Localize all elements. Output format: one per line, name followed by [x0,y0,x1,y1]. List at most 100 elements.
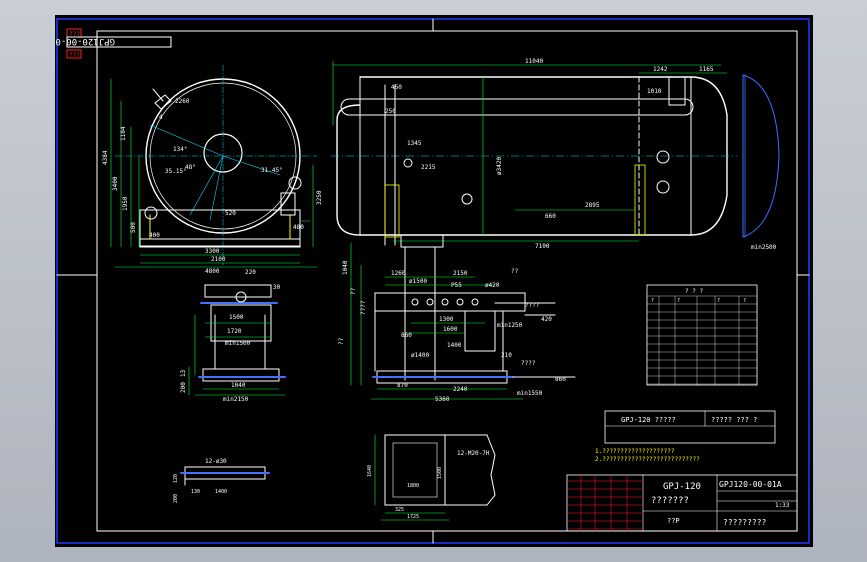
label-pipe-4: ???? [525,302,540,309]
detail-b-dim-2: 1800 [407,483,419,489]
dim-pipe-14: 2240 [453,386,468,393]
dim-front-10: 3250 [316,190,323,205]
table-col-1: ? [677,298,680,304]
front-view: 2260 4 1104 3400 4384 1950 500 520 3300 … [102,64,323,291]
tb-model: GPJ-120 [663,482,701,492]
dim-main-9: 660 [545,213,556,220]
dim-pipe-9: 860 [401,332,412,339]
cad-viewport[interactable]: ??? ??? GPJ120-00-01A [44,15,813,547]
label-pipe-3: ?? [338,337,345,345]
angle-front-0: 134° [173,146,187,153]
label-pipe-2: ???? [360,300,367,315]
dim-front-11: 480 [293,224,304,231]
dim-main-5: 1345 [407,140,422,147]
dim-main-8: 2895 [585,202,600,209]
tb-company: ????????? [723,518,767,527]
detail-a-dim-2: 200 [173,494,179,503]
spec-model: GPJ-120 ????? [621,416,676,424]
dim-pipe-18: 860 [555,376,566,383]
dim-main-10: 7100 [535,243,550,250]
note-1: 1.???????????????????? [595,448,675,455]
dim-pipe-13: 870 [397,382,408,389]
dim-pipe-2: 1260 [391,270,406,277]
dim-front-3: 3400 [112,176,119,191]
dim-main-3: 450 [391,84,402,91]
dim-front-2: 1104 [120,126,127,141]
dim-front-7: 520 [225,210,236,217]
dim-support-6: 13 [180,369,187,377]
dim-pipe-11: 1400 [447,342,462,349]
dim-front-0: 2260 [175,98,190,105]
dim-main-0: 11040 [525,58,543,65]
dim-pipe-3: ø1500 [409,278,427,285]
drawing-sheet: ??? ??? GPJ120-00-01A [44,18,810,544]
spec-box: GPJ-120 ????? ????? ??? ? 1.????????????… [595,410,776,463]
dim-front-6: 500 [130,222,137,233]
detail-b: 12-M20-7H 1640 1500 1800 325 1725 [367,434,496,521]
tb-scale: 1:33 [775,502,790,509]
dim-support-2: min1500 [225,340,251,347]
dim-support-1: 1720 [227,328,242,335]
tb-sub-label: ??P [667,517,680,525]
dim-pipe-4: P55 [451,282,462,289]
detail-b-label: 12-M20-7H [457,450,490,457]
detail-b-dim-0: 1640 [367,465,373,477]
dim-support-5: 200 [180,382,187,393]
dim-pipe-1: 2150 [453,270,468,277]
title-block: GPJ-120 ??????? GPJ120-00-01A 1:33 ??P ?… [566,474,798,532]
detail-a-dim-0: 120 [173,474,179,483]
spec-code: ????? ??? ? [711,416,757,424]
note-2: 2.??????????????????????????? [595,456,700,463]
detail-b-dim-4: 1725 [407,514,419,520]
dim-front-4: 4384 [102,150,109,165]
label-pipe-1: ?? [350,287,357,295]
dim-pipe-0: 1040 [342,260,349,275]
main-vessel-view: 11040 1242 1165 450 250 1345 2215 1010 2… [330,58,780,251]
dim-pipe-17: 420 [541,316,552,323]
dim-front-8: 3300 [205,248,220,255]
dim-pipe-8: 1600 [443,326,458,333]
tb-name: ??????? [651,496,689,506]
dim-front-5: 1950 [122,196,129,211]
table-col-3: ? [743,298,746,304]
parts-table-title: ? ? ? [685,288,703,295]
detail-a-dim-3: 1400 [215,489,227,495]
dim-pipe-15: 5360 [435,396,450,403]
detail-a-label: 12-ø30 [205,458,227,465]
dim-front-13: 4800 [205,268,220,275]
table-col-0: ? [651,298,654,304]
detail-b-dim-1: 1500 [437,467,443,479]
piping-frame-view: 1040 2150 1260 ø1500 P55 ø420 min1250 13… [338,234,576,403]
dim-support-4: min2150 [223,396,249,403]
dim-pipe-5: ø420 [485,282,500,289]
dim-pipe-16: min1550 [517,390,543,397]
dim-support-0: 1500 [229,314,244,321]
dim-main-2: 1165 [699,66,714,73]
label-pipe-0: ?? [511,268,519,275]
side-tag: GPJ120-00-01A [55,36,115,46]
dim-main-11: ø3420 [496,157,503,175]
support-view: 1500 1720 min1500 1040 min2150 200 13 [180,284,286,403]
angle-front-3: 31.45° [261,167,283,174]
dim-pipe-7: 1300 [439,316,454,323]
dim-main-6: 2215 [421,164,436,171]
dim-front-14: 220 [245,269,256,276]
dim-main-4: 250 [385,108,396,115]
angle-front-2: 35.15° [165,168,187,175]
dim-support-3: 1040 [231,382,246,389]
dim-main-1: 1242 [653,66,668,73]
dim-main-7: 1010 [647,88,662,95]
tb-drawing-number: GPJ120-00-01A [719,480,782,489]
label-pipe-5: ???? [521,360,536,367]
dim-pipe-10: ø1400 [411,352,429,359]
red-tag-bottom: ??? [69,52,80,59]
dim-front-9: 400 [149,232,160,239]
parts-table: ? ? ? ? ? ? ? [646,284,758,386]
detail-b-dim-3: 325 [395,507,404,513]
dim-pipe-12: 210 [501,352,512,359]
table-col-2: ? [717,298,720,304]
dim-front-12: 2100 [211,256,226,263]
dim-main-12: min2500 [751,244,777,251]
dim-pipe-6: min1250 [497,322,523,329]
dim-front-1: 4 [159,114,163,121]
